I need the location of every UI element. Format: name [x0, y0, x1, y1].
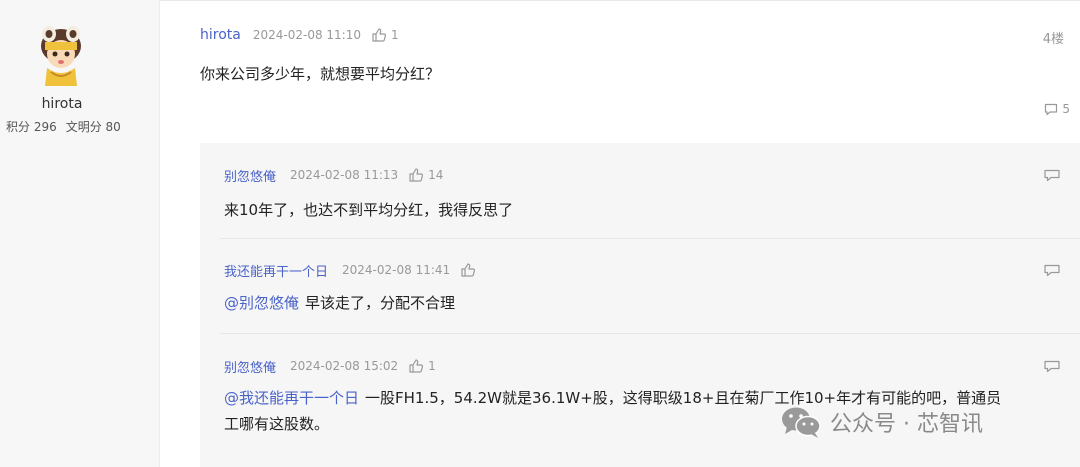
reply-icon[interactable] [1043, 167, 1061, 183]
watermark-text: 公众号 · 芯智讯 [830, 412, 983, 437]
reply-meta: 别忽悠俺 2024-02-08 11:13 14 [224, 165, 443, 185]
thumbs-up-icon [409, 168, 424, 182]
reply-icon[interactable] [1043, 262, 1061, 278]
watermark: 公众号 · 芯智讯 [780, 405, 983, 439]
reply-author[interactable]: 我还能再干一个日 [224, 261, 328, 280]
reply-divider [220, 238, 1080, 239]
user-stats: 积分 296 文明分 80 [6, 118, 130, 135]
reply-body: 来10年了，也达不到平均分红，我得反思了 [224, 201, 514, 219]
reply-body: 早该走了，分配不合理 [305, 294, 456, 312]
mention-link[interactable]: @我还能再干一个日 [224, 389, 359, 407]
username[interactable]: hirota [0, 96, 124, 112]
like-button[interactable] [460, 262, 480, 278]
like-count: 14 [428, 168, 444, 182]
thumbs-up-icon [461, 263, 476, 277]
top-divider [160, 0, 1080, 3]
avatar[interactable] [37, 24, 85, 88]
thumbs-up-icon [372, 28, 387, 42]
user-sidebar: hirota 积分 296 文明分 80 [0, 0, 160, 467]
reply-divider [220, 333, 1080, 334]
like-button[interactable]: 1 [371, 27, 399, 43]
reply-time: 2024-02-08 11:13 [290, 168, 399, 182]
reply-meta: 我还能再干一个日 2024-02-08 11:41 [224, 260, 480, 280]
reply-author[interactable]: 别忽悠俺 [224, 166, 276, 185]
wechat-icon [782, 407, 821, 438]
reply-count-button[interactable]: 5 [1043, 101, 1070, 117]
reply-time: 2024-02-08 15:02 [290, 359, 399, 373]
reply-text: @别忽悠俺 早该走了，分配不合理 [224, 290, 1024, 316]
thumbs-up-icon [409, 359, 424, 373]
comment-icon [1045, 103, 1058, 116]
like-button[interactable]: 1 [408, 358, 436, 374]
post-content: 你来公司多少年，就想要平均分红？ [200, 65, 441, 83]
reply-count: 5 [1062, 102, 1070, 116]
floor-number: 4楼 [1042, 32, 1064, 47]
like-count: 1 [428, 359, 436, 373]
article-points-label: 文明分 80 [65, 120, 121, 134]
reply-time: 2024-02-08 11:41 [342, 263, 451, 277]
post-author[interactable]: hirota [200, 27, 241, 43]
reply-icon[interactable] [1043, 358, 1061, 374]
like-count: 1 [391, 28, 399, 42]
reply-meta: 别忽悠俺 2024-02-08 15:02 1 [224, 356, 436, 376]
mention-link[interactable]: @别忽悠俺 [224, 294, 299, 312]
reply-text: 来10年了，也达不到平均分红，我得反思了 [224, 197, 1024, 223]
like-button[interactable]: 14 [408, 167, 443, 183]
points-label: 积分 296 [6, 120, 57, 134]
reply-author[interactable]: 别忽悠俺 [224, 357, 276, 376]
post-meta: hirota 2024-02-08 11:10 1 [200, 24, 399, 46]
post-time: 2024-02-08 11:10 [252, 28, 361, 42]
